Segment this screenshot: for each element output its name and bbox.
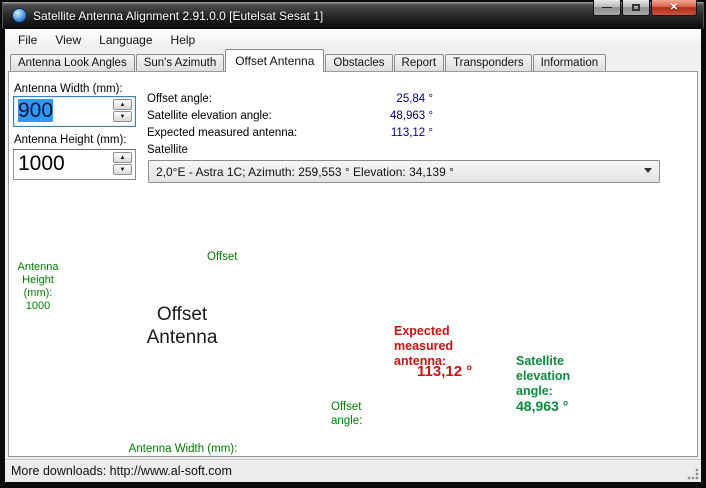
maximize-icon <box>632 4 640 11</box>
globe-app-icon <box>12 8 27 23</box>
elevation-diagram-value: 48,963 ° <box>516 399 568 414</box>
window-controls: — ✕ <box>593 0 698 16</box>
antenna-height-input[interactable]: 1000 ▲ ▼ <box>13 149 136 180</box>
app-window: Satellite Antenna Alignment 2.91.0.0 [Eu… <box>0 0 706 488</box>
expected-measured-diagram-value: 113,12 ° <box>417 364 472 379</box>
tab-obstacles[interactable]: Obstacles <box>325 54 392 72</box>
dish-front-label: Offset Antenna <box>127 303 237 349</box>
menu-bar: File View Language Help <box>5 29 701 51</box>
satellite-dropdown-value: 2,0°E - Astra 1C; Azimuth: 259,553 ° Ele… <box>149 165 454 179</box>
diagram-offset-label: Offset <box>207 251 237 263</box>
elevation-diagram-label: Satellite elevation angle: <box>516 354 570 399</box>
antenna-width-label: Antenna Width (mm): <box>14 83 123 95</box>
diagram-width-label: Antenna Width (mm): <box>118 443 248 455</box>
expected-measured-row-value: 113,12 ° <box>147 127 433 139</box>
antenna-width-input[interactable]: 900 ▲ ▼ <box>13 96 136 127</box>
menu-help[interactable]: Help <box>162 30 205 50</box>
width-spinner: ▲ ▼ <box>113 99 132 122</box>
width-spin-up-button[interactable]: ▲ <box>113 99 132 110</box>
height-spin-up-button[interactable]: ▲ <box>113 152 132 163</box>
tab-strip: Antenna Look Angles Sun's Azimuth Offset… <box>5 51 701 72</box>
diagram-height-label: Antenna Height (mm): 1000 <box>10 261 66 313</box>
status-bar: More downloads: http://www.al-soft.com <box>5 459 701 482</box>
antenna-height-value[interactable]: 1000 <box>18 152 65 176</box>
tab-information[interactable]: Information <box>533 54 607 72</box>
offset-angle-row-value: 25,84 ° <box>147 93 433 105</box>
minimize-button[interactable]: — <box>593 0 621 16</box>
chevron-down-icon <box>644 168 652 173</box>
close-button[interactable]: ✕ <box>651 0 697 16</box>
width-spin-down-button[interactable]: ▼ <box>113 111 132 122</box>
height-spinner: ▲ ▼ <box>113 152 132 175</box>
tab-offset-antenna[interactable]: Offset Antenna <box>225 49 324 72</box>
satellite-elevation-row-value: 48,963 ° <box>147 110 433 122</box>
diagram-offset-angle-label: Offset angle: <box>331 400 362 428</box>
height-spin-down-button[interactable]: ▼ <box>113 164 132 175</box>
menu-view[interactable]: View <box>46 30 90 50</box>
tab-report[interactable]: Report <box>394 54 445 72</box>
antenna-width-value[interactable]: 900 <box>18 99 53 122</box>
menu-language[interactable]: Language <box>90 30 161 50</box>
satellite-dropdown[interactable]: 2,0°E - Astra 1C; Azimuth: 259,553 ° Ele… <box>148 160 660 183</box>
window-title: Satellite Antenna Alignment 2.91.0.0 [Eu… <box>33 9 323 23</box>
tab-antenna-look-angles[interactable]: Antenna Look Angles <box>10 54 135 72</box>
resize-grip[interactable] <box>687 468 699 480</box>
menu-file[interactable]: File <box>9 30 46 50</box>
maximize-button[interactable] <box>622 0 650 16</box>
antenna-height-label: Antenna Height (mm): <box>14 134 127 146</box>
tab-transponders[interactable]: Transponders <box>445 54 532 72</box>
status-text: More downloads: http://www.al-soft.com <box>11 464 232 478</box>
tab-suns-azimuth[interactable]: Sun's Azimuth <box>136 54 225 72</box>
satellite-label: Satellite <box>147 144 188 156</box>
